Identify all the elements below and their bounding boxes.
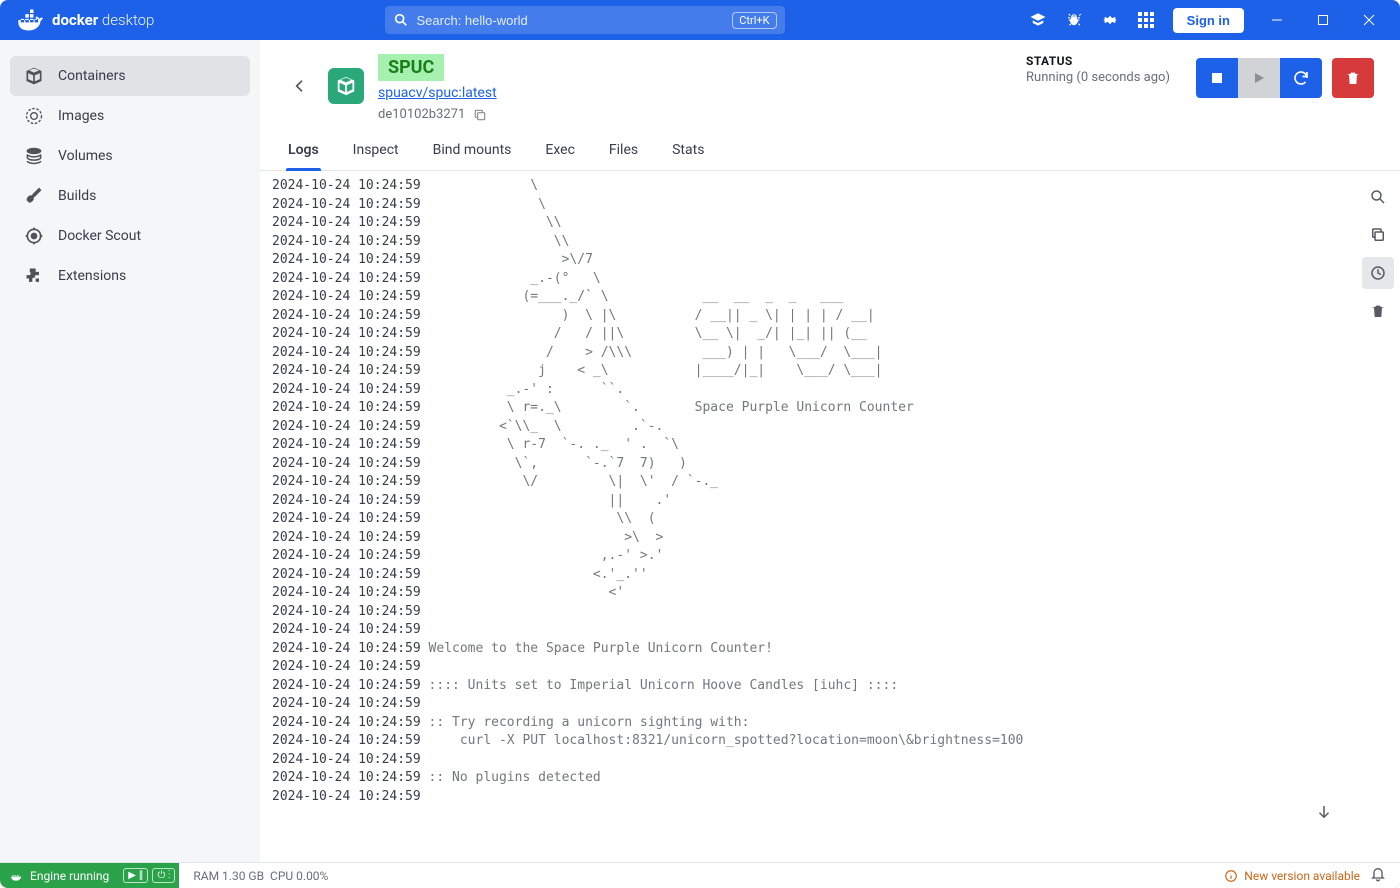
title-bar: docker desktop Ctrl+K Sign in <box>0 0 1400 40</box>
status-label: STATUS <box>1026 54 1170 68</box>
tab-exec[interactable]: Exec <box>543 132 577 170</box>
tab-logs[interactable]: Logs <box>286 132 321 170</box>
search-icon <box>393 12 409 28</box>
sidebar-item-label: Images <box>58 108 104 124</box>
logs-panel[interactable]: 2024-10-24 10:24:59 \ 2024-10-24 10:24:5… <box>260 171 1356 862</box>
sidebar-item-containers[interactable]: Containers <box>10 56 250 96</box>
search-input[interactable] <box>417 13 725 28</box>
sidebar-item-images[interactable]: Images <box>10 96 250 136</box>
bug-icon[interactable] <box>1065 11 1083 29</box>
window-close-button[interactable] <box>1346 0 1392 40</box>
engine-start-pause-button[interactable]: ▶ ∥ <box>123 868 148 883</box>
status-text: Running (0 seconds ago) <box>1026 70 1170 85</box>
sidebar: Containers Images Volumes Builds Docker … <box>0 40 260 862</box>
logs-clear-button[interactable] <box>1362 295 1394 327</box>
logs-tools <box>1356 171 1400 862</box>
restart-button[interactable] <box>1280 58 1322 98</box>
status-block: STATUS Running (0 seconds ago) <box>1026 54 1170 85</box>
sidebar-item-volumes[interactable]: Volumes <box>10 136 250 176</box>
app-logo: docker desktop <box>16 6 154 34</box>
engine-power-menu-button[interactable]: ⏻ ⋮ <box>152 868 175 883</box>
notifications-button[interactable] <box>1370 866 1386 885</box>
tab-stats[interactable]: Stats <box>670 132 706 170</box>
builds-icon <box>24 186 44 206</box>
engine-status[interactable]: Engine running <box>0 863 119 888</box>
sidebar-item-label: Docker Scout <box>58 228 141 244</box>
images-icon <box>24 106 44 126</box>
apps-icon[interactable] <box>1137 11 1155 29</box>
container-name: SPUC <box>378 54 444 81</box>
delete-button[interactable] <box>1332 58 1374 98</box>
sidebar-item-label: Volumes <box>58 148 113 164</box>
engine-status-text: Engine running <box>30 869 109 883</box>
volumes-icon <box>24 146 44 166</box>
containers-icon <box>24 66 44 86</box>
scroll-to-bottom-button[interactable] <box>1308 796 1340 828</box>
logs-search-button[interactable] <box>1362 181 1394 213</box>
search-shortcut: Ctrl+K <box>732 12 776 29</box>
whale-icon <box>10 869 24 883</box>
container-header: SPUC spuacv/spuc:latest de10102b3271 STA… <box>260 40 1400 132</box>
scout-icon <box>24 226 44 246</box>
logs-copy-button[interactable] <box>1362 219 1394 251</box>
info-icon <box>1224 869 1238 883</box>
stop-button[interactable] <box>1196 58 1238 98</box>
sidebar-item-label: Builds <box>58 188 96 204</box>
docker-logo-icon <box>16 6 44 34</box>
back-button[interactable] <box>286 72 314 100</box>
tab-files[interactable]: Files <box>607 132 640 170</box>
tab-inspect[interactable]: Inspect <box>351 132 401 170</box>
search-bar[interactable]: Ctrl+K <box>385 6 785 34</box>
sidebar-item-extensions[interactable]: Extensions <box>10 256 250 296</box>
settings-icon[interactable] <box>1101 11 1119 29</box>
cpu-usage: CPU 0.00% <box>270 869 328 883</box>
logs-timestamps-button[interactable] <box>1362 257 1394 289</box>
container-image-link[interactable]: spuacv/spuc:latest <box>378 85 497 101</box>
status-bar: Engine running ▶ ∥ ⏻ ⋮ RAM 1.30 GB CPU 0… <box>0 862 1400 888</box>
sidebar-item-builds[interactable]: Builds <box>10 176 250 216</box>
copy-icon[interactable] <box>473 108 487 122</box>
extensions-icon <box>24 266 44 286</box>
tab-bind-mounts[interactable]: Bind mounts <box>431 132 514 170</box>
sidebar-item-label: Extensions <box>58 268 126 284</box>
sidebar-item-label: Containers <box>58 68 126 84</box>
container-icon <box>328 68 364 104</box>
ram-usage: RAM 1.30 GB <box>193 869 264 883</box>
container-id: de10102b3271 <box>378 107 465 122</box>
learning-icon[interactable] <box>1029 11 1047 29</box>
window-minimize-button[interactable] <box>1254 0 1300 40</box>
update-available-link[interactable]: New version available <box>1224 869 1360 883</box>
sidebar-item-docker-scout[interactable]: Docker Scout <box>10 216 250 256</box>
tabs: Logs Inspect Bind mounts Exec Files Stat… <box>260 132 1400 171</box>
sign-in-button[interactable]: Sign in <box>1173 8 1244 33</box>
window-maximize-button[interactable] <box>1300 0 1346 40</box>
start-button <box>1238 58 1280 98</box>
